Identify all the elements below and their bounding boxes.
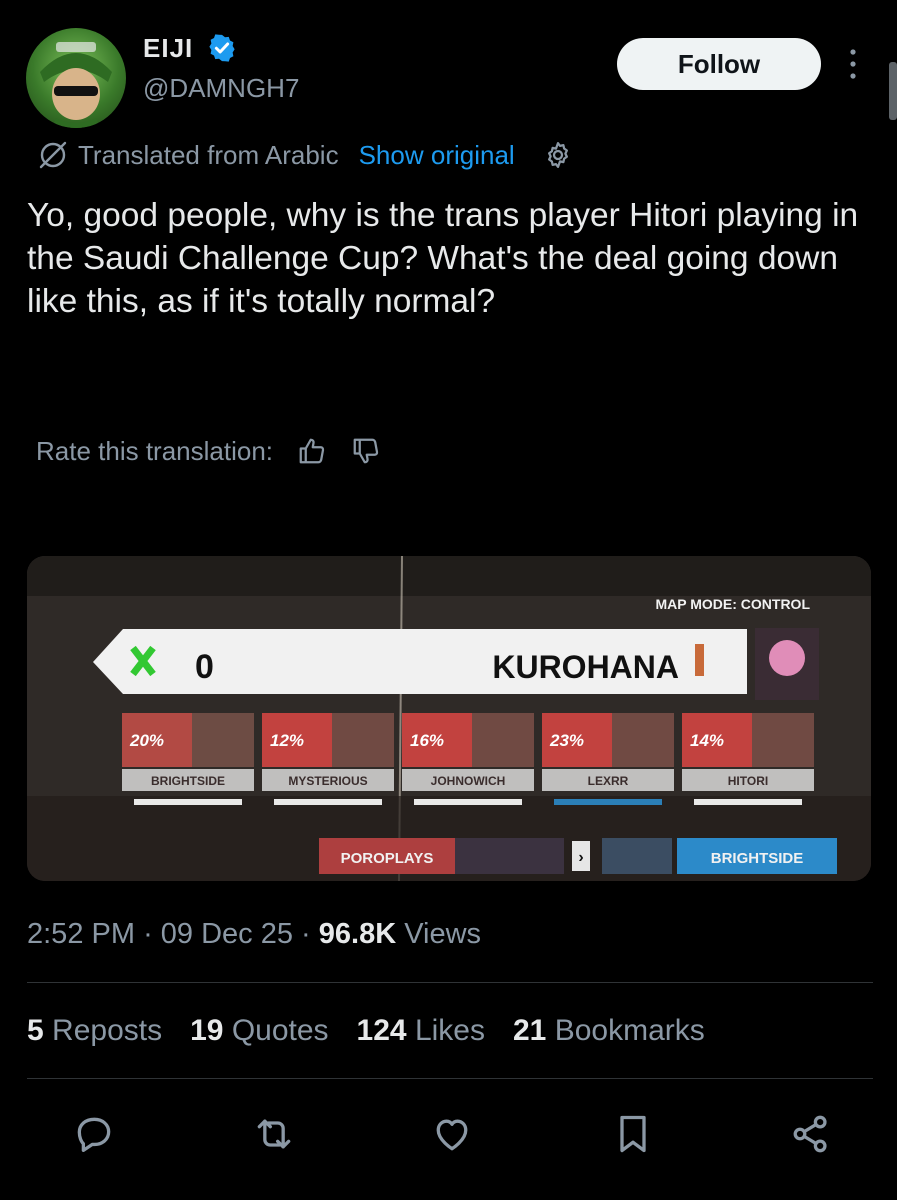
views-count: 96.8K — [318, 918, 397, 950]
player-ult-percent: 20% — [129, 731, 164, 750]
bookmarks-label: Bookmarks — [554, 1014, 705, 1047]
tweet-timestamp[interactable]: 2:52 PM · 09 Dec 25 · 96.8K Views — [27, 918, 481, 951]
rate-translation-label: Rate this translation: — [36, 435, 274, 466]
verified-badge-icon — [209, 34, 235, 62]
follow-button[interactable]: Follow — [617, 38, 821, 90]
reposts-label: Reposts — [52, 1014, 163, 1047]
player-name: JOHNOWICH — [431, 774, 506, 788]
killfeed-right-name: BRIGHTSIDE — [711, 850, 804, 867]
tweet-time: 2:52 PM — [27, 918, 135, 950]
avatar[interactable] — [26, 28, 126, 128]
likes-count: 124 — [356, 1014, 407, 1047]
tweet-date: 09 Dec 25 — [160, 918, 293, 950]
player-ult-percent: 12% — [270, 731, 304, 750]
more-icon[interactable] — [843, 47, 863, 81]
reposts-count: 5 — [27, 1014, 44, 1047]
divider — [27, 1078, 873, 1079]
repost-icon[interactable] — [252, 1112, 296, 1156]
bookmark-icon[interactable] — [611, 1112, 655, 1156]
bookmarks-stat[interactable]: 21 Bookmarks — [513, 1014, 705, 1048]
player-ult-percent: 14% — [690, 731, 724, 750]
bookmarks-count: 21 — [513, 1014, 547, 1047]
translate-icon — [39, 141, 67, 169]
translated-label: Translated from Arabic — [78, 139, 339, 170]
user-name[interactable]: EIJI — [143, 33, 193, 64]
tweet-media-image[interactable]: MAP MODE: CONTROL 0 KUROHANA 20% BRIGHTSI… — [27, 556, 871, 881]
rate-translation-row: Rate this translation: — [36, 433, 381, 469]
user-handle[interactable]: @DAMNGH7 — [143, 73, 299, 104]
score-value: 0 — [195, 648, 214, 686]
map-mode-label: MAP MODE: CONTROL — [655, 596, 810, 612]
gear-icon[interactable] — [543, 140, 573, 170]
player-name: BRIGHTSIDE — [151, 774, 225, 788]
likes-stat[interactable]: 124 Likes — [357, 1014, 485, 1048]
show-original-link[interactable]: Show original — [359, 140, 515, 171]
quotes-count: 19 — [190, 1014, 224, 1047]
avatar-image — [40, 42, 112, 128]
tweet-text: Yo, good people, why is the trans player… — [27, 197, 859, 320]
killfeed-left-name: POROPLAYS — [341, 850, 434, 867]
thumbs-down-icon[interactable] — [351, 436, 381, 466]
share-icon[interactable] — [789, 1112, 833, 1156]
scrollbar[interactable] — [889, 62, 897, 120]
views-label: Views — [404, 918, 482, 950]
svg-text:›: › — [578, 849, 583, 866]
game-screenshot: MAP MODE: CONTROL 0 KUROHANA 20% BRIGHTSI… — [27, 556, 871, 881]
quotes-stat[interactable]: 19 Quotes — [190, 1014, 328, 1048]
engagement-stats: 5 Reposts 19 Quotes 124 Likes 21 Bookmar… — [27, 1014, 733, 1048]
player-ult-percent: 16% — [410, 731, 444, 750]
reply-icon[interactable] — [72, 1112, 116, 1156]
quotes-label: Quotes — [231, 1014, 329, 1047]
divider — [27, 982, 873, 983]
player-ult-percent: 23% — [549, 731, 584, 750]
player-name: MYSTERIOUS — [288, 774, 367, 788]
team-name: KUROHANA — [492, 649, 679, 685]
thumbs-up-icon[interactable] — [297, 436, 327, 466]
translation-row: Translated from Arabic Show original — [36, 138, 573, 172]
reposts-stat[interactable]: 5 Reposts — [27, 1014, 162, 1048]
likes-label: Likes — [414, 1014, 485, 1047]
like-icon[interactable] — [430, 1112, 474, 1156]
player-name: HITORI — [728, 774, 768, 788]
player-name: LEXRR — [588, 774, 629, 788]
